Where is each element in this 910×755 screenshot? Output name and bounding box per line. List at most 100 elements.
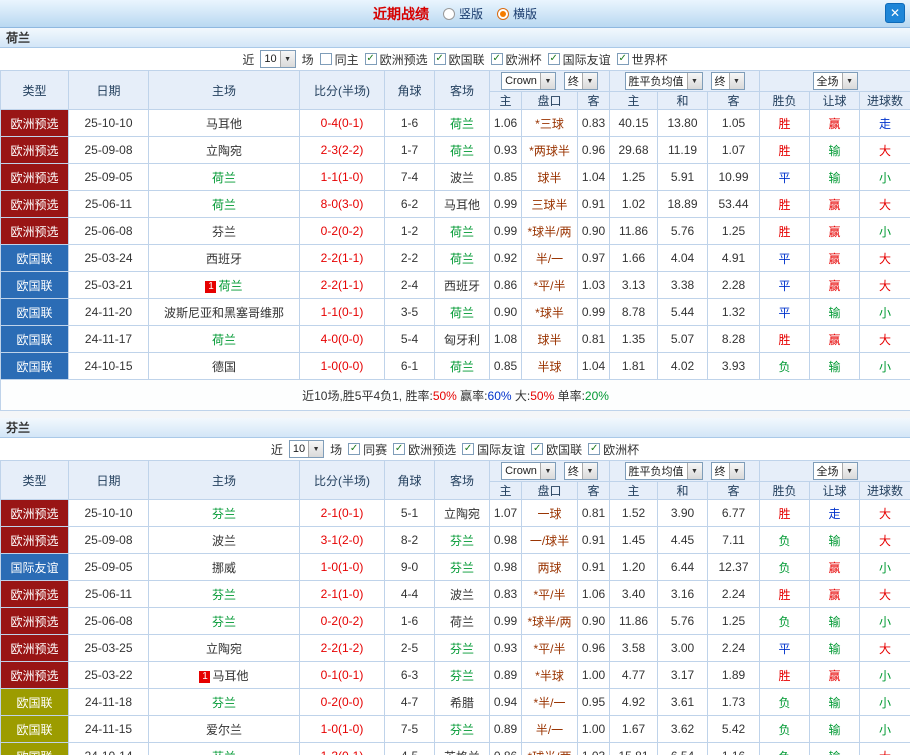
match-row: 欧洲预选25-06-11芬兰2-1(1-0)4-4波兰0.83*平/半1.063… bbox=[1, 581, 910, 608]
filter-checkbox[interactable]: ✓欧国联 bbox=[434, 51, 485, 68]
avg-draw-cell: 5.44 bbox=[658, 299, 708, 326]
avg-odds-select[interactable]: 胜平负均值▼ bbox=[625, 462, 703, 480]
date-cell: 24-11-20 bbox=[69, 299, 149, 326]
date-cell: 25-06-11 bbox=[69, 191, 149, 218]
odds-company-select[interactable]: Crown▼ bbox=[501, 72, 556, 90]
odds-final-select[interactable]: 终▼ bbox=[564, 462, 598, 480]
away-team-cell: 波兰 bbox=[435, 581, 490, 608]
match-row: 欧国联24-11-15爱尔兰1-0(1-0)7-5芬兰0.89半/一1.001.… bbox=[1, 716, 910, 743]
home-team-cell: 芬兰 bbox=[149, 689, 300, 716]
result-outcome-cell: 负 bbox=[760, 554, 810, 581]
score-cell: 1-1(0-1) bbox=[300, 299, 385, 326]
odds-away-cell: 0.91 bbox=[578, 191, 610, 218]
away-team-cell: 匈牙利 bbox=[435, 326, 490, 353]
filter-checkbox[interactable]: ✓世界杯 bbox=[617, 51, 668, 68]
layout-option-horizontal[interactable]: 横版 bbox=[497, 5, 537, 22]
filter-checkbox[interactable]: ✓国际友谊 bbox=[462, 441, 525, 458]
match-type-cell: 欧国联 bbox=[1, 299, 69, 326]
away-team-name: 英格兰 bbox=[444, 750, 480, 755]
match-type-cell: 欧洲预选 bbox=[1, 110, 69, 137]
red-card-badge: 1 bbox=[205, 281, 216, 293]
home-team-cell: 荷兰 bbox=[149, 164, 300, 191]
filter-checkbox[interactable]: ✓欧洲杯 bbox=[588, 441, 639, 458]
column-header: 主场 bbox=[149, 71, 300, 110]
filter-checkbox[interactable]: ✓欧洲预选 bbox=[365, 51, 428, 68]
home-team-name: 马耳他 bbox=[212, 669, 248, 683]
avg-final-select[interactable]: 终▼ bbox=[711, 72, 745, 90]
match-row: 欧洲预选25-06-08芬兰0-2(0-2)1-6荷兰0.99*球半/两0.90… bbox=[1, 608, 910, 635]
corner-cell: 7-4 bbox=[385, 164, 435, 191]
odds-home-cell: 0.93 bbox=[490, 137, 522, 164]
titlebar-controls: 近期战绩 竖版 横版 bbox=[0, 4, 910, 24]
avg-home-cell: 15.81 bbox=[610, 743, 658, 755]
result-handicap-cell: 赢 bbox=[810, 581, 860, 608]
scope-select-value: 全场 bbox=[814, 73, 842, 89]
result-goals-cell: 走 bbox=[860, 110, 910, 137]
column-header: 客场 bbox=[435, 71, 490, 110]
avg-odds-select-value: 胜平负均值 bbox=[626, 73, 687, 89]
match-type-cell: 国际友谊 bbox=[1, 554, 69, 581]
odds-home-cell: 0.90 bbox=[490, 299, 522, 326]
filter-checkbox[interactable]: ✓欧国联 bbox=[531, 441, 582, 458]
home-team-name: 马耳他 bbox=[206, 117, 242, 131]
scope-select[interactable]: 全场▼ bbox=[813, 72, 858, 90]
result-handicap-cell: 走 bbox=[810, 500, 860, 527]
filter-checkbox[interactable]: ✓同赛 bbox=[348, 441, 387, 458]
avg-home-cell: 1.20 bbox=[610, 554, 658, 581]
away-team-name: 匈牙利 bbox=[444, 333, 480, 347]
odds-handicap-cell: 一/球半 bbox=[522, 527, 578, 554]
match-count-select[interactable]: 10▼ bbox=[289, 440, 324, 458]
odds-header-group: Crown▼ 终▼ bbox=[490, 461, 610, 482]
avg-header-group: 胜平负均值▼ 终▼ bbox=[610, 71, 760, 92]
result-handicap-cell: 赢 bbox=[810, 245, 860, 272]
summary-segment: 单率: bbox=[554, 389, 585, 403]
avg-home-cell: 8.78 bbox=[610, 299, 658, 326]
match-type-cell: 欧国联 bbox=[1, 272, 69, 299]
home-team-name: 芬兰 bbox=[212, 696, 236, 710]
match-count-select[interactable]: 10▼ bbox=[260, 50, 295, 68]
odds-company-select[interactable]: Crown▼ bbox=[501, 462, 556, 480]
radio-icon bbox=[497, 8, 509, 20]
odds-final-select[interactable]: 终▼ bbox=[564, 72, 598, 90]
away-team-name: 马耳他 bbox=[444, 198, 480, 212]
layout-option-vertical[interactable]: 竖版 bbox=[443, 5, 483, 22]
avg-final-select[interactable]: 终▼ bbox=[711, 462, 745, 480]
checkbox-icon: ✓ bbox=[588, 443, 600, 455]
odds-handicap-cell: 半球 bbox=[522, 353, 578, 380]
date-cell: 24-10-15 bbox=[69, 353, 149, 380]
home-team-cell: 芬兰 bbox=[149, 743, 300, 755]
match-count-select-value: 10 bbox=[261, 53, 279, 65]
result-goals-cell: 小 bbox=[860, 716, 910, 743]
scope-select[interactable]: 全场▼ bbox=[813, 462, 858, 480]
avg-header-group: 胜平负均值▼ 终▼ bbox=[610, 461, 760, 482]
odds-away-cell: 1.04 bbox=[578, 353, 610, 380]
sub-column-header: 和 bbox=[658, 92, 708, 110]
filter-checkbox-label: 同主 bbox=[335, 51, 359, 68]
filter-checkbox[interactable]: 同主 bbox=[320, 51, 359, 68]
filter-checkbox[interactable]: ✓国际友谊 bbox=[548, 51, 611, 68]
away-team-name: 芬兰 bbox=[450, 534, 474, 548]
corner-cell: 9-0 bbox=[385, 554, 435, 581]
corner-cell: 1-7 bbox=[385, 137, 435, 164]
score-cell: 0-1(0-1) bbox=[300, 662, 385, 689]
chevron-down-icon: ▼ bbox=[687, 73, 702, 89]
away-team-name: 芬兰 bbox=[450, 669, 474, 683]
sub-column-header: 进球数 bbox=[860, 92, 910, 110]
match-row: 欧洲预选25-10-10马耳他0-4(0-1)1-6荷兰1.06*三球0.834… bbox=[1, 110, 910, 137]
home-team-name: 立陶宛 bbox=[206, 144, 242, 158]
summary-segment: 近10场,胜5平4负1, 胜率: bbox=[302, 389, 433, 403]
filter-checkbox[interactable]: ✓欧洲预选 bbox=[393, 441, 456, 458]
result-goals-cell: 大 bbox=[860, 743, 910, 755]
filter-checkbox[interactable]: ✓欧洲杯 bbox=[491, 51, 542, 68]
summary-segment: 50% bbox=[530, 389, 554, 403]
results-table: 类型日期主场比分(半场)角球客场Crown▼终▼胜平负均值▼终▼全场▼主盘口客主… bbox=[0, 70, 910, 411]
corner-cell: 1-6 bbox=[385, 608, 435, 635]
result-handicap-cell: 赢 bbox=[810, 218, 860, 245]
close-icon[interactable]: ✕ bbox=[885, 3, 905, 23]
corner-cell: 5-1 bbox=[385, 500, 435, 527]
sub-column-header: 客 bbox=[708, 482, 760, 500]
filter-bar: 近10▼场同主✓欧洲预选✓欧国联✓欧洲杯✓国际友谊✓世界杯 bbox=[0, 48, 910, 70]
avg-odds-select[interactable]: 胜平负均值▼ bbox=[625, 72, 703, 90]
away-team-cell: 荷兰 bbox=[435, 245, 490, 272]
team-name: 荷兰 bbox=[6, 29, 30, 46]
